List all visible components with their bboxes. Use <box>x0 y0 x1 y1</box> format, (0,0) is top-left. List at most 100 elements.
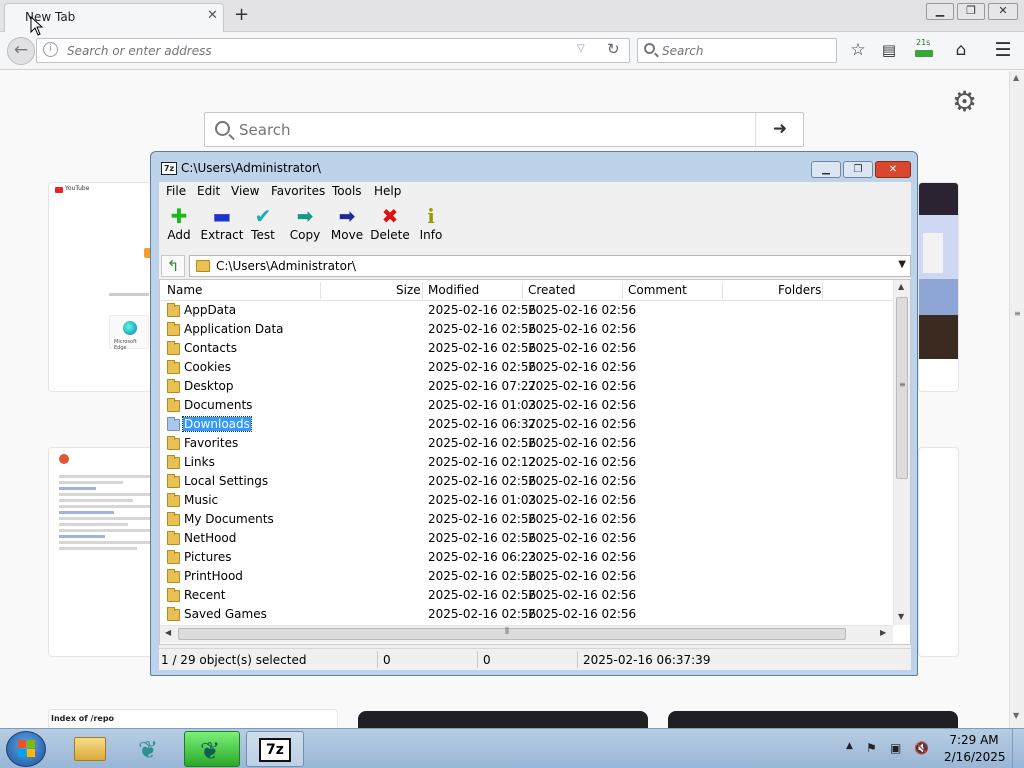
ntp-search-input[interactable] <box>239 120 739 140</box>
restore-button[interactable]: ❐ <box>957 3 985 20</box>
taskbar-sevenzip[interactable]: 7z <box>246 731 304 767</box>
tab-close-icon[interactable]: ✕ <box>207 9 218 23</box>
url-input[interactable] <box>67 41 567 60</box>
column-header-name[interactable]: Name <box>167 283 202 297</box>
top-site-tile-right[interactable] <box>918 447 959 657</box>
reload-icon[interactable]: ↻ <box>607 40 620 58</box>
file-row-recent[interactable]: Recent 2025-02-16 02:56 2025-02-16 02:56 <box>160 587 893 606</box>
zip-minimize-button[interactable]: ▁ <box>811 161 841 178</box>
ntp-search-box[interactable]: ➜ <box>204 112 804 147</box>
menu-view[interactable]: View <box>231 184 259 198</box>
file-row-printhood[interactable]: PrintHood 2025-02-16 02:56 2025-02-16 02… <box>160 568 893 587</box>
volume-muted-icon[interactable]: 🔇 <box>914 741 929 755</box>
clock-date[interactable]: 2/16/2025 <box>944 750 1006 764</box>
taskbar-app-dragon-active[interactable]: ❦ <box>184 731 240 767</box>
file-row-music[interactable]: Music 2025-02-16 01:03 2025-02-16 02:56 <box>160 492 893 511</box>
file-row-contacts[interactable]: Contacts 2025-02-16 02:56 2025-02-16 02:… <box>160 340 893 359</box>
minimize-button[interactable]: ▁ <box>926 3 954 20</box>
file-row-cookies[interactable]: Cookies 2025-02-16 02:56 2025-02-16 02:5… <box>160 359 893 378</box>
library-icon[interactable]: ▤ <box>878 39 900 61</box>
extension-timer-icon[interactable]: 21s <box>912 38 938 61</box>
taskbar-explorer[interactable] <box>64 731 116 767</box>
menu-favorites[interactable]: Favorites <box>271 184 325 198</box>
search-go-arrow-icon[interactable]: ➜ <box>755 113 804 146</box>
column-header-created[interactable]: Created <box>528 283 576 297</box>
scroll-up-icon[interactable]: ▲ <box>898 282 904 291</box>
column-header-comment[interactable]: Comment <box>628 283 687 297</box>
delete-button[interactable]: ✖ Delete <box>368 205 412 242</box>
scroll-grip-icon[interactable]: ≡ <box>1014 309 1021 318</box>
menu-hamburger-icon[interactable]: ☰ <box>992 39 1014 61</box>
new-tab-plus-icon[interactable]: + <box>234 6 249 24</box>
search-input[interactable] <box>662 42 832 60</box>
home-icon[interactable]: ⌂ <box>950 39 972 61</box>
menu-edit[interactable]: Edit <box>197 184 220 198</box>
column-separator[interactable] <box>822 282 823 299</box>
top-site-tile-game[interactable] <box>918 182 959 392</box>
taskbar-app-dragon[interactable]: ❦ <box>124 731 176 767</box>
column-separator[interactable] <box>522 282 523 299</box>
column-header-folders[interactable]: Folders <box>778 283 821 297</box>
up-folder-icon[interactable]: ↰ <box>161 255 185 277</box>
file-row-nethood[interactable]: NetHood 2025-02-16 02:56 2025-02-16 02:5… <box>160 530 893 549</box>
close-window-button[interactable]: ✕ <box>988 3 1018 20</box>
file-row-desktop[interactable]: Desktop 2025-02-16 07:27 2025-02-16 02:5… <box>160 378 893 397</box>
file-row-saved-games[interactable]: Saved Games 2025-02-16 02:56 2025-02-16 … <box>160 606 893 625</box>
column-header-size[interactable]: Size <box>396 283 421 297</box>
zip-close-button[interactable]: ✕ <box>875 161 911 178</box>
url-dropdown-icon[interactable]: ▽ <box>577 43 585 54</box>
file-row-links[interactable]: Links 2025-02-16 02:12 2025-02-16 02:56 <box>160 454 893 473</box>
menu-help[interactable]: Help <box>374 184 401 198</box>
page-scrollbar[interactable]: ▲ ≡ ▼ <box>1009 71 1024 728</box>
bookmark-star-icon[interactable]: ☆ <box>847 39 869 61</box>
info-button[interactable]: i Info <box>409 205 453 242</box>
file-row-local-settings[interactable]: Local Settings 2025-02-16 02:56 2025-02-… <box>160 473 893 492</box>
list-horizontal-scrollbar[interactable]: ◀ ⦀ ▶ <box>160 625 893 643</box>
horizontal-scroll-thumb[interactable]: ⦀ <box>178 627 846 640</box>
column-separator[interactable] <box>422 282 423 299</box>
show-desktop-button[interactable] <box>1012 729 1024 768</box>
move-button[interactable]: ➡ Move <box>325 205 369 242</box>
file-row-application-data[interactable]: Application Data 2025-02-16 02:56 2025-0… <box>160 321 893 340</box>
file-row-downloads[interactable]: Downloads 2025-02-16 06:37 2025-02-16 02… <box>160 416 893 435</box>
path-text[interactable]: C:\Users\Administrator\ <box>216 259 356 273</box>
scroll-right-icon[interactable]: ▶ <box>880 628 886 637</box>
file-list[interactable]: Name Size Modified Created Comment Folde… <box>159 279 911 645</box>
file-row-documents[interactable]: Documents 2025-02-16 01:03 2025-02-16 02… <box>160 397 893 416</box>
list-vertical-scrollbar[interactable]: ▲ ≡ ▼ <box>893 280 910 625</box>
vertical-scroll-thumb[interactable]: ≡ <box>896 297 908 479</box>
action-center-flag-icon[interactable]: ⚑ <box>866 741 877 755</box>
column-separator[interactable] <box>622 282 623 299</box>
path-combobox[interactable]: C:\Users\Administrator\ ▼ <box>189 255 911 277</box>
back-arrow-icon[interactable]: ← <box>7 37 35 65</box>
menu-tools[interactable]: Tools <box>332 184 362 198</box>
file-row-my-documents[interactable]: My Documents 2025-02-16 02:56 2025-02-16… <box>160 511 893 530</box>
file-row-appdata[interactable]: AppData 2025-02-16 02:56 2025-02-16 02:5… <box>160 302 893 321</box>
info-icon[interactable]: i <box>43 42 58 57</box>
scroll-down-icon[interactable]: ▼ <box>898 612 904 621</box>
scroll-down-icon[interactable]: ▼ <box>1013 711 1019 720</box>
url-bar[interactable]: i ▽ ↻ <box>36 38 630 63</box>
network-icon[interactable]: ▣ <box>890 741 901 755</box>
search-bar[interactable] <box>637 38 837 63</box>
tray-expand-icon[interactable]: ▲ <box>846 741 853 751</box>
column-separator[interactable] <box>722 282 723 299</box>
clock-time[interactable]: 7:29 AM <box>944 733 1004 747</box>
menu-file[interactable]: File <box>166 184 186 198</box>
column-header-modified[interactable]: Modified <box>428 283 479 297</box>
top-site-tile-duckduckgo[interactable] <box>48 447 158 657</box>
file-row-pictures[interactable]: Pictures 2025-02-16 06:23 2025-02-16 02:… <box>160 549 893 568</box>
scroll-left-icon[interactable]: ◀ <box>165 628 171 637</box>
column-separator[interactable] <box>320 282 321 299</box>
file-row-favorites[interactable]: Favorites 2025-02-16 02:56 2025-02-16 02… <box>160 435 893 454</box>
extract-button[interactable]: ▬ Extract <box>200 205 244 242</box>
copy-button[interactable]: ➡ Copy <box>283 205 327 242</box>
gear-icon[interactable]: ⚙ <box>952 85 977 118</box>
test-button[interactable]: ✔ Test <box>241 205 285 242</box>
scroll-up-icon[interactable]: ▲ <box>1013 73 1019 82</box>
top-site-tile-youtube[interactable]: YouTube Microsoft Edge <box>48 182 158 392</box>
zip-restore-button[interactable]: ❐ <box>843 161 873 178</box>
path-dropdown-icon[interactable]: ▼ <box>898 259 906 270</box>
add-button[interactable]: ✚ Add <box>157 205 201 242</box>
start-button[interactable] <box>6 731 46 767</box>
